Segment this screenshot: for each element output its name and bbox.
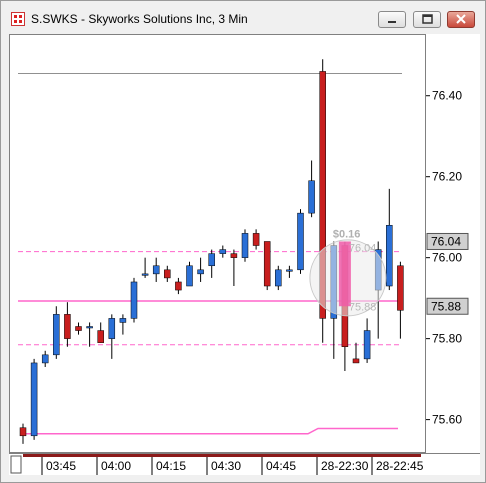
time-axis-scroll-box <box>10 455 22 474</box>
restore-button[interactable] <box>413 11 441 28</box>
candle <box>141 257 149 278</box>
upper-price-label: 76.04 <box>349 242 377 254</box>
candle <box>286 265 293 278</box>
candle-body-up <box>197 269 204 275</box>
stepped-level-line <box>24 427 398 435</box>
chart-window: S.SWKS - Skyworks Solutions Inc, 3 Min $… <box>0 0 486 483</box>
candle <box>352 342 360 364</box>
candle-body-down <box>263 241 271 287</box>
candle-body-down <box>19 427 27 437</box>
candle <box>75 322 82 335</box>
candle <box>108 314 116 359</box>
candle <box>64 302 71 347</box>
y-tick-label: 75.60 <box>432 413 462 427</box>
plot-area[interactable]: $0.16 76.04 75.88 <box>9 34 426 453</box>
price-axis[interactable]: 76.40 76.20 76.00 75.80 75.60 76.04 75.88 <box>426 34 480 453</box>
candle-body-down <box>252 233 260 246</box>
x-tick-label: 04:45 <box>266 459 296 473</box>
candle <box>230 249 238 287</box>
candle <box>197 257 204 282</box>
candle <box>30 358 38 440</box>
close-icon <box>456 14 466 24</box>
candle-body-up <box>308 180 315 214</box>
candle <box>275 265 282 291</box>
candle <box>297 209 304 274</box>
price-axis-svg: 76.40 76.20 76.00 75.80 75.60 76.04 75.88 <box>426 89 469 427</box>
candle-body-up <box>386 225 393 287</box>
y-tick-label: 75.80 <box>432 332 462 346</box>
minimize-button[interactable] <box>378 11 406 28</box>
minimize-icon <box>388 21 396 23</box>
candle <box>186 261 193 287</box>
candle-body-down <box>175 281 182 291</box>
lower-price-label: 75.88 <box>349 301 377 313</box>
x-tick-label: 04:00 <box>101 459 131 473</box>
candle <box>130 277 138 323</box>
x-tick-label: 04:15 <box>156 459 186 473</box>
candle <box>41 350 49 367</box>
candle <box>164 265 171 282</box>
y-tick-label: 76.00 <box>432 251 462 265</box>
candle-body-up <box>130 281 138 319</box>
price-marker-label: 76.04 <box>431 234 461 248</box>
candle <box>386 188 393 291</box>
title-bar[interactable]: S.SWKS - Skyworks Solutions Inc, 3 Min <box>1 1 485 35</box>
time-axis-svg: 03:45 04:00 04:15 04:30 04:45 28-22:30 28-22:4… <box>10 454 424 475</box>
candle-body-down <box>97 330 104 343</box>
candle-body-up <box>186 265 193 287</box>
candle <box>397 261 404 339</box>
candle <box>241 229 249 262</box>
candle-body-up <box>297 212 304 271</box>
candle <box>97 322 104 343</box>
candle-body-up <box>286 269 293 272</box>
candle <box>363 318 371 363</box>
x-tick-label: 28-22:45 <box>376 459 424 473</box>
candle-body-up <box>152 265 160 275</box>
candle-body-up <box>30 362 38 437</box>
candle-body-down <box>397 265 404 311</box>
x-tick-label: 04:30 <box>211 459 241 473</box>
candle-body-up <box>208 253 215 267</box>
y-tick-label: 76.40 <box>432 89 462 103</box>
candle <box>53 306 60 359</box>
candle <box>208 249 215 278</box>
x-tick-label: 28-22:30 <box>321 459 369 473</box>
candle-body-up <box>108 318 116 339</box>
candle-body-up <box>86 326 93 329</box>
candle <box>86 322 93 347</box>
session-bar <box>23 454 377 457</box>
close-button[interactable] <box>447 11 475 28</box>
candle-body-up <box>41 354 49 364</box>
candle-body-down <box>75 326 82 331</box>
candle <box>308 160 315 218</box>
candle-body-up <box>275 269 282 287</box>
candle <box>252 229 260 250</box>
candle-body-up <box>219 249 227 254</box>
candle-body-up <box>363 330 371 360</box>
candle-body-down <box>352 358 360 364</box>
candle <box>19 423 27 444</box>
candle <box>219 245 227 258</box>
candle <box>152 257 160 282</box>
restore-icon <box>422 14 433 24</box>
candle-body-up <box>141 273 149 276</box>
candlestick-plot[interactable]: $0.16 76.04 75.88 <box>10 35 425 452</box>
candle-body-up <box>241 233 249 258</box>
candle-body-down <box>164 269 171 279</box>
x-tick-label: 03:45 <box>46 459 76 473</box>
candle-body-up <box>53 314 60 356</box>
change-label: $0.16 <box>333 228 361 240</box>
candle-body-down <box>64 314 71 339</box>
candle <box>119 314 127 335</box>
session-bar <box>377 454 421 457</box>
candle-body-up <box>119 318 127 323</box>
candle <box>263 241 271 291</box>
time-axis[interactable]: 03:45 04:00 04:15 04:30 04:45 28-22:30 28-22:4… <box>9 453 480 475</box>
candle-body-down <box>230 253 238 258</box>
app-icon <box>11 12 25 26</box>
price-marker-label: 75.88 <box>431 299 461 313</box>
candle <box>175 277 182 295</box>
window-title: S.SWKS - Skyworks Solutions Inc, 3 Min <box>31 12 248 26</box>
y-tick-label: 76.20 <box>432 170 462 184</box>
